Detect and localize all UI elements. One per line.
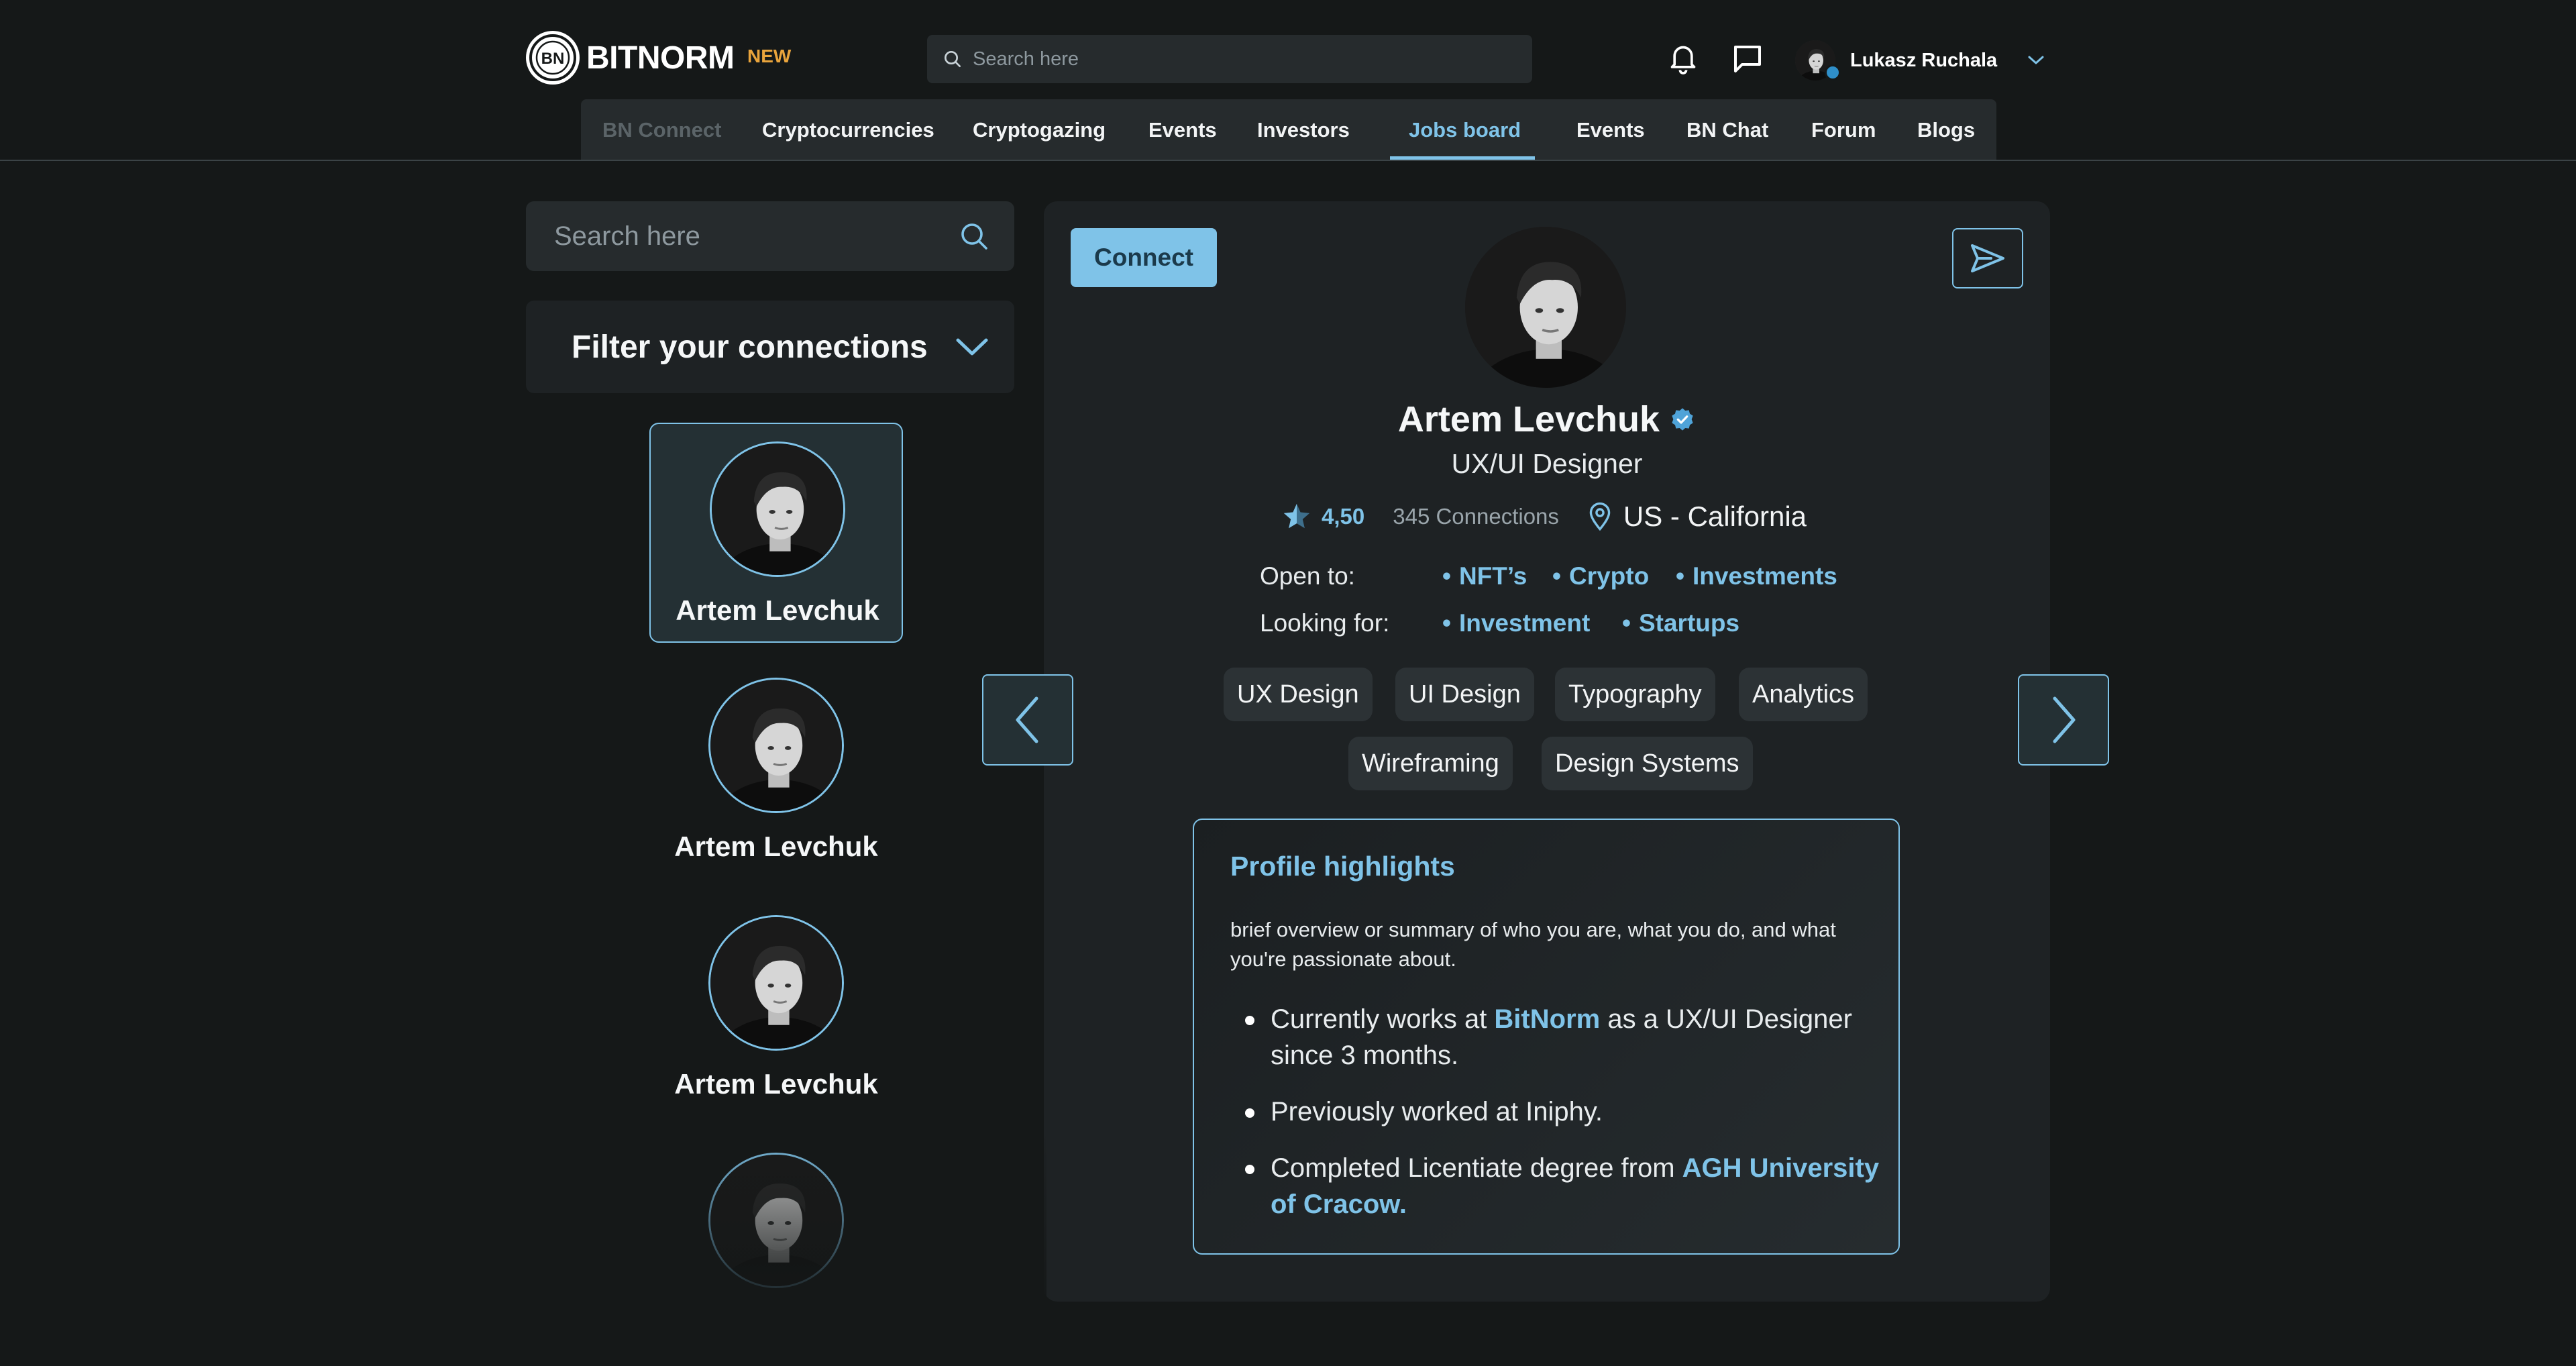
search-icon[interactable] bbox=[958, 220, 990, 252]
nav-item-jobs-board[interactable]: Jobs board bbox=[1409, 99, 1521, 161]
nav-item-events[interactable]: Events bbox=[1148, 99, 1217, 161]
connections-search-input[interactable] bbox=[553, 220, 945, 252]
looking-for-tag-investment[interactable]: Investment bbox=[1442, 609, 1590, 637]
connection-name: Artem Levchuk bbox=[674, 1068, 878, 1100]
skill-chip: Wireframing bbox=[1348, 737, 1513, 790]
filter-label: Filter your connections bbox=[572, 329, 928, 365]
main-nav: BN Connect Cryptocurrencies Cryptogazing… bbox=[581, 99, 1996, 161]
notifications-button[interactable] bbox=[1660, 35, 1707, 82]
nav-item-investors[interactable]: Investors bbox=[1257, 99, 1350, 161]
star-icon bbox=[1281, 501, 1312, 532]
profile-name-row: Artem Levchuk bbox=[1044, 399, 2050, 440]
open-to-tag-investments[interactable]: Investments bbox=[1676, 562, 1837, 590]
location-pin-icon bbox=[1589, 502, 1611, 531]
top-search-input[interactable] bbox=[971, 47, 1524, 71]
online-status-dot bbox=[1825, 64, 1841, 81]
company-link[interactable]: BitNorm bbox=[1494, 1004, 1600, 1034]
verified-badge-icon bbox=[1669, 406, 1696, 433]
chevron-left-icon bbox=[1011, 693, 1044, 747]
profile-role: UX/UI Designer bbox=[1451, 448, 1643, 479]
open-to-tag-nfts[interactable]: NFT’s bbox=[1442, 562, 1527, 590]
nav-item-blogs[interactable]: Blogs bbox=[1917, 99, 1975, 161]
user-name: Lukasz Ruchala bbox=[1850, 49, 1998, 71]
search-icon bbox=[942, 48, 963, 70]
profile-name: Artem Levchuk bbox=[1397, 399, 1660, 439]
nav-item-forum[interactable]: Forum bbox=[1811, 99, 1876, 161]
logo-mark-text: BN bbox=[541, 50, 565, 68]
nav-item-events-2[interactable]: Events bbox=[1576, 99, 1645, 161]
logo-text: BITNORM bbox=[586, 40, 735, 76]
looking-for-tag-startups[interactable]: Startups bbox=[1622, 609, 1739, 637]
connection-name: Artem Levchuk bbox=[676, 594, 879, 626]
connection-name: Artem Levchuk bbox=[674, 831, 878, 862]
profile-avatar bbox=[1465, 227, 1626, 388]
skill-chip: UX Design bbox=[1224, 668, 1373, 721]
logo-mark: BN bbox=[526, 31, 580, 85]
chevron-down-icon bbox=[955, 336, 989, 358]
profile-highlights: Profile highlights brief overview or sum… bbox=[1193, 819, 1900, 1255]
avatar bbox=[708, 678, 844, 813]
connection-card[interactable] bbox=[649, 1135, 903, 1355]
list-item: Previously worked at Iniphy. bbox=[1245, 1094, 1901, 1130]
rating-value: 4,50 bbox=[1322, 504, 1365, 529]
highlights-summary: brief overview or summary of who you are… bbox=[1230, 918, 1836, 971]
bell-icon bbox=[1668, 42, 1698, 74]
connection-card-selected[interactable]: Artem Levchuk bbox=[649, 423, 903, 643]
avatar bbox=[710, 441, 845, 577]
skill-chip: Design Systems bbox=[1542, 737, 1753, 790]
profile-stats: 4,50 345 Connections US - California bbox=[1281, 496, 1807, 537]
looking-for-label: Looking for: bbox=[1260, 609, 1390, 637]
connections-count[interactable]: 345 Connections bbox=[1393, 504, 1559, 529]
chat-icon bbox=[1731, 43, 1764, 74]
skill-chip: UI Design bbox=[1395, 668, 1534, 721]
top-search-bar[interactable] bbox=[927, 35, 1532, 83]
open-to-label: Open to: bbox=[1260, 562, 1355, 590]
avatar bbox=[708, 1153, 844, 1288]
skill-chip: Analytics bbox=[1739, 668, 1868, 721]
next-profile-button[interactable] bbox=[2018, 674, 2109, 766]
highlights-list: Currently works at BitNorm as a UX/UI De… bbox=[1230, 1001, 1901, 1243]
new-badge: NEW bbox=[747, 46, 792, 66]
skill-chip: Typography bbox=[1555, 668, 1715, 721]
connection-card[interactable]: Artem Levchuk bbox=[649, 660, 903, 880]
open-to-tag-crypto[interactable]: Crypto bbox=[1552, 562, 1649, 590]
send-message-button[interactable] bbox=[1952, 228, 2023, 288]
nav-item-bn-connect[interactable]: BN Connect bbox=[602, 99, 721, 161]
connect-button[interactable]: Connect bbox=[1071, 228, 1217, 287]
messages-button[interactable] bbox=[1724, 35, 1771, 82]
highlights-title: Profile highlights bbox=[1230, 851, 1455, 882]
chevron-down-icon[interactable] bbox=[2027, 54, 2045, 66]
connection-card[interactable]: Artem Levchuk bbox=[649, 898, 903, 1118]
list-item: Completed Licentiate degree from AGH Uni… bbox=[1245, 1150, 1901, 1222]
avatar bbox=[708, 915, 844, 1051]
profile-location: US - California bbox=[1623, 501, 1807, 532]
send-icon bbox=[1968, 242, 2007, 274]
connections-search-bar[interactable] bbox=[526, 201, 1014, 271]
list-item: Currently works at BitNorm as a UX/UI De… bbox=[1245, 1001, 1901, 1073]
nav-item-cryptocurrencies[interactable]: Cryptocurrencies bbox=[762, 99, 934, 161]
header-divider bbox=[0, 160, 2576, 161]
nav-item-cryptogazing[interactable]: Cryptogazing bbox=[973, 99, 1106, 161]
previous-profile-button[interactable] bbox=[982, 674, 1073, 766]
nav-item-bn-chat[interactable]: BN Chat bbox=[1686, 99, 1768, 161]
chevron-right-icon bbox=[2047, 693, 2080, 747]
filter-connections-dropdown[interactable]: Filter your connections bbox=[526, 301, 1014, 393]
